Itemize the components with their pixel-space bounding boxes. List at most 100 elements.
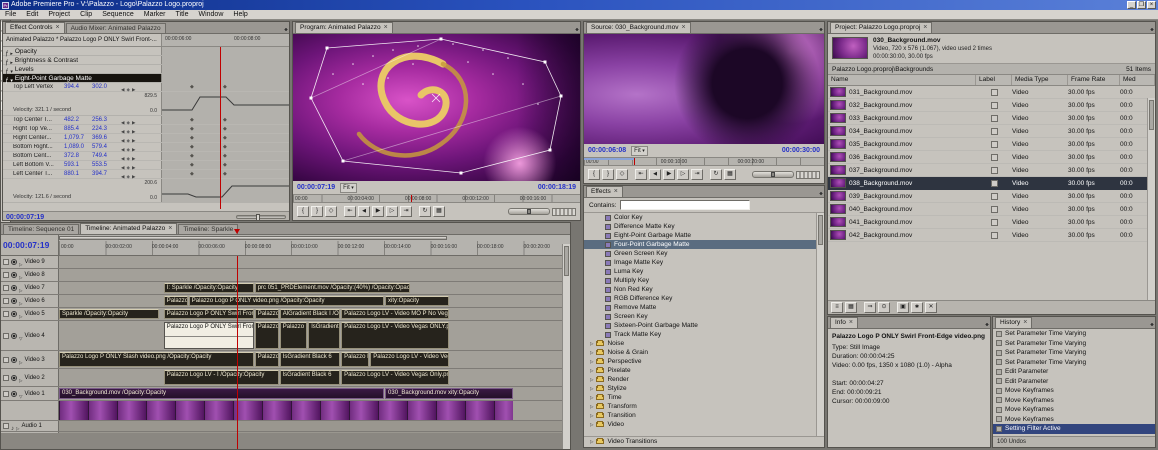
project-row[interactable]: 040_Background.mov Video 30.00 fps 00:0 — [828, 203, 1155, 216]
ec-clip-label[interactable]: Animated Palazzo * Palazzo Logo P ONLY S… — [3, 34, 161, 46]
keyframe-icon[interactable] — [223, 84, 227, 90]
value-y[interactable]: 369.6 — [92, 135, 117, 141]
expand-triangle-icon[interactable] — [19, 327, 22, 345]
automate-to-sequence-button[interactable] — [864, 302, 876, 313]
effect-list-item[interactable]: Pixelate — [584, 366, 824, 375]
history-item[interactable]: Move Keyframes — [993, 386, 1155, 396]
keyframe-icon[interactable] — [223, 117, 227, 123]
column-media-type[interactable]: Media Type — [1012, 75, 1068, 85]
panel-menu-icon[interactable] — [282, 26, 288, 33]
breadcrumb[interactable]: Palazzo Logo.proproj\Backgrounds — [832, 66, 933, 73]
history-item[interactable]: Set Parameter Time Varying — [993, 339, 1155, 349]
list-view-button[interactable] — [831, 302, 843, 313]
expand-triangle-icon[interactable] — [16, 421, 19, 431]
tab-audio-mixer[interactable]: Audio Mixer: Animated Palazzo — [66, 23, 166, 33]
shuttle-slider[interactable] — [508, 208, 550, 215]
effect-list-item[interactable]: Track Matte Key — [584, 330, 824, 339]
keyframe-lane[interactable] — [161, 83, 289, 91]
panel-menu-icon[interactable] — [1148, 26, 1154, 33]
step-back-button[interactable] — [649, 169, 661, 180]
go-to-out-button[interactable] — [400, 206, 412, 217]
safe-margins-button[interactable] — [433, 206, 445, 217]
expand-triangle-icon[interactable] — [590, 403, 593, 410]
timeline-clip[interactable]: Palazzo Logo LV - I — [280, 322, 308, 349]
set-out-button[interactable] — [602, 169, 614, 180]
program-ruler[interactable]: 00:0000:00:04:0000:00:08:0000:00:12:0000… — [293, 194, 580, 203]
tab-program[interactable]: Program: Animated Palazzo — [295, 22, 393, 33]
go-to-out-button[interactable] — [691, 169, 703, 180]
timeline-clip[interactable]: Palazzo Logo P ONLY video.png /Opacity:O… — [189, 296, 384, 306]
keyframe-icon[interactable] — [223, 135, 227, 141]
jog-wheel[interactable] — [552, 208, 576, 216]
value-y[interactable]: 579.4 — [92, 144, 117, 150]
timeline-clip[interactable]: Palazzo Logo LV - Video Vegas Only.png x… — [341, 370, 449, 385]
zoom-level-dropdown[interactable]: Fit — [631, 146, 648, 156]
tab-timeline-animated-palazzo[interactable]: Timeline: Animated Palazzo — [80, 223, 177, 234]
track-content[interactable]: Palazzo Logo LV - I /Opacity:OpacitylsGr… — [59, 369, 570, 386]
track-content[interactable] — [59, 421, 570, 431]
timeline-scrollbar[interactable] — [562, 244, 570, 449]
track-header-video-9[interactable]: Video 9 — [1, 256, 59, 268]
minimize-button[interactable]: _ — [1127, 1, 1136, 9]
timeline-clip[interactable]: Palazzo Logo P C — [255, 309, 279, 319]
keyframe-icon[interactable] — [190, 171, 194, 177]
history-item[interactable]: Set Parameter Time Varying — [993, 348, 1155, 358]
timeline-playhead[interactable] — [237, 256, 238, 450]
project-scrollbar[interactable] — [1147, 98, 1155, 300]
maximize-button[interactable]: ❐ — [1137, 1, 1146, 9]
timeline-clip[interactable]: Palazzo Logo LV - Video Vegas ONLY.pn — [341, 322, 449, 349]
track-header-filmstrip[interactable] — [1, 401, 59, 420]
label-swatch[interactable] — [991, 115, 998, 122]
history-item[interactable]: Setting Filter Active — [993, 424, 1155, 434]
jog-wheel[interactable] — [796, 171, 820, 179]
close-icon[interactable] — [384, 23, 388, 33]
expand-triangle-icon[interactable] — [19, 369, 22, 386]
menu-item[interactable]: Sequence — [97, 10, 139, 19]
keyframe-lane[interactable] — [161, 152, 289, 160]
property-row[interactable]: Left Center T... 880.1 394.7 — [3, 170, 289, 179]
expand-triangle-icon[interactable] — [590, 340, 593, 347]
value-x[interactable]: 394.4 — [64, 84, 89, 90]
effect-list-item[interactable]: Transform — [584, 402, 824, 411]
track-content[interactable] — [59, 256, 570, 268]
expand-triangle-icon[interactable] — [19, 282, 22, 294]
menu-item[interactable]: Help — [228, 10, 252, 19]
keyframe-icon[interactable] — [190, 135, 194, 141]
expand-triangle-icon[interactable] — [590, 394, 593, 401]
effect-list-item[interactable]: Multiply Key — [584, 276, 824, 285]
track-header-video-4[interactable]: Video 4 — [1, 321, 59, 350]
history-item[interactable]: Set Parameter Time Varying — [993, 329, 1155, 339]
velocity-curve[interactable] — [162, 93, 289, 114]
timeline-clip[interactable]: lsGradient Black 6 — [280, 370, 340, 385]
value-x[interactable]: 593.1 — [64, 162, 89, 168]
track-toggle[interactable] — [3, 391, 9, 397]
program-playhead[interactable] — [411, 195, 412, 202]
column-label[interactable]: Label — [976, 75, 1012, 85]
value-y[interactable]: 394.7 — [92, 171, 117, 177]
value-y[interactable]: 256.3 — [92, 117, 117, 123]
value-y[interactable]: 224.3 — [92, 126, 117, 132]
tab-source[interactable]: Source: 030_Background.mov — [586, 22, 691, 33]
delete-button[interactable] — [925, 302, 937, 313]
menu-item[interactable]: Title — [171, 10, 194, 19]
timeline-clip[interactable]: AlGradient Black I /Opacity:Opacity — [280, 309, 340, 319]
effect-list-item[interactable]: Eight-Point Garbage Matte — [584, 231, 824, 240]
track-header-video-7[interactable]: Video 7 — [1, 282, 59, 294]
effect-list-item[interactable]: Image Matte Key — [584, 258, 824, 267]
keyframe-icon[interactable] — [223, 162, 227, 168]
history-item[interactable]: Set Parameter Time Varying — [993, 358, 1155, 368]
effects-scrollbar[interactable] — [816, 213, 824, 436]
panel-menu-icon[interactable] — [1148, 321, 1154, 328]
effect-list-item[interactable]: Four-Point Garbage Matte — [584, 240, 824, 249]
close-icon[interactable] — [168, 224, 172, 234]
label-swatch[interactable] — [991, 206, 998, 213]
keyframe-lane[interactable] — [161, 143, 289, 151]
keyframe-lane[interactable] — [161, 161, 289, 169]
timeline-clip[interactable]: Palazzo Logo LV - Video MO P No Vegas.pn… — [341, 309, 449, 319]
tab-timeline-sparkle[interactable]: Timeline: Sparkle — [178, 224, 238, 234]
expand-triangle-icon[interactable] — [590, 412, 593, 419]
menu-item[interactable]: Clip — [75, 10, 97, 19]
zoom-slider[interactable] — [236, 215, 286, 219]
set-out-button[interactable] — [311, 206, 323, 217]
ec-mini-ruler[interactable]: 00:00:06:00 00:00:08:00 — [161, 34, 289, 46]
